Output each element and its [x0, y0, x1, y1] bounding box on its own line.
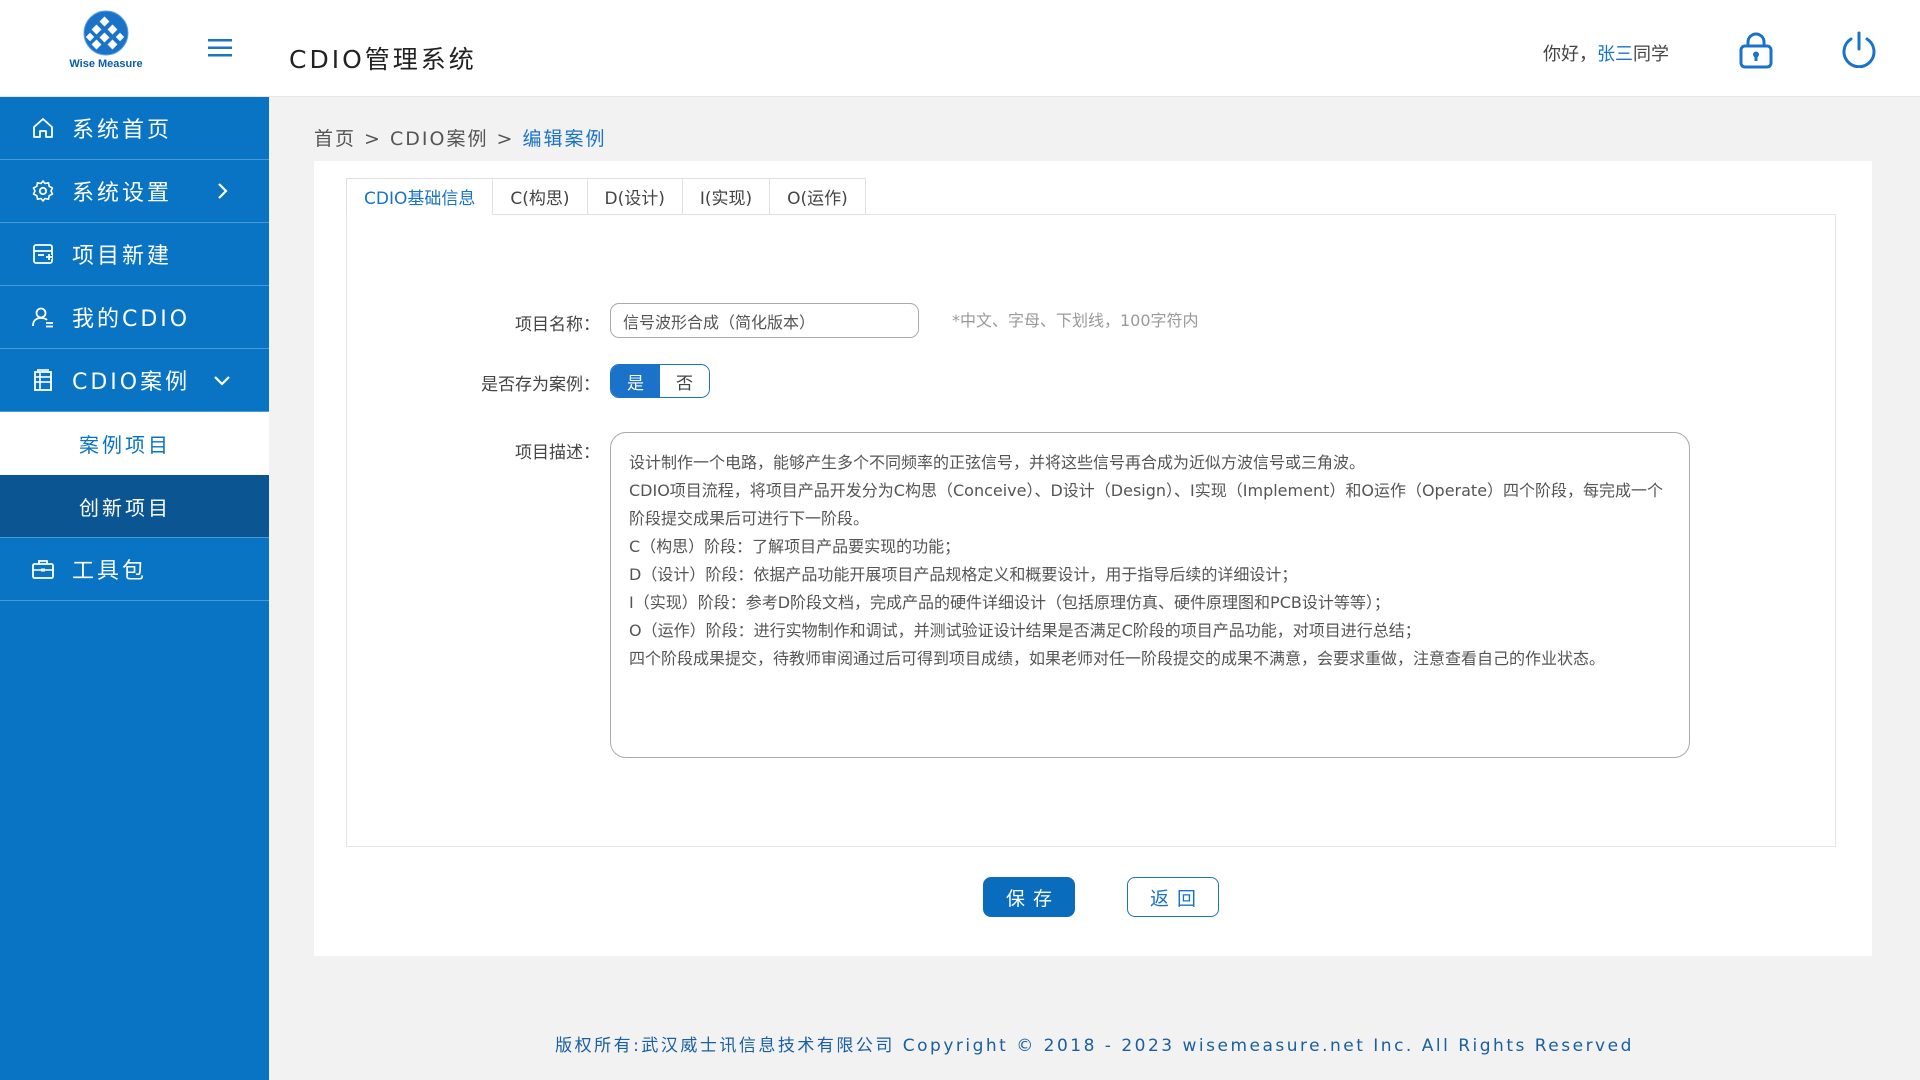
logo-icon: [83, 10, 129, 56]
sidebar-subitem-label: 创新项目: [79, 495, 171, 520]
briefcase-icon: [30, 556, 56, 582]
tab-operate[interactable]: O(运作): [770, 178, 866, 215]
save-as-case-no[interactable]: 否: [660, 365, 709, 397]
project-name-label: 项目名称：: [515, 315, 600, 335]
menu-toggle-button[interactable]: [205, 36, 235, 60]
sidebar-item-new-project[interactable]: 项目新建: [0, 223, 269, 286]
app-title: CDIO管理系统: [289, 45, 477, 74]
user-greeting: 你好，张三同学: [1543, 40, 1669, 66]
lock-button[interactable]: [1737, 31, 1775, 69]
sidebar-subitem-innovation-projects[interactable]: 创新项目: [0, 475, 269, 538]
tab-bar: CDIO基础信息 C(构思) D(设计) I(实现) O(运作): [346, 178, 866, 215]
sidebar-item-settings[interactable]: 系统设置: [0, 160, 269, 223]
project-description-label: 项目描述：: [515, 443, 600, 463]
breadcrumb-home[interactable]: 首页: [314, 128, 356, 150]
chevron-down-icon: [214, 376, 230, 386]
breadcrumb-section[interactable]: CDIO案例: [390, 128, 488, 150]
sidebar-item-label: CDIO案例: [72, 370, 191, 395]
logo-text: Wise Measure: [69, 58, 143, 70]
chevron-right-icon: [218, 183, 228, 199]
project-name-input[interactable]: [610, 303, 919, 338]
back-button[interactable]: 返回: [1127, 877, 1219, 917]
hamburger-icon: [208, 39, 232, 57]
lock-icon: [1739, 32, 1773, 69]
save-as-case-toggle: 是 否: [610, 364, 710, 398]
case-icon: [30, 367, 56, 393]
tab-conceive[interactable]: C(构思): [493, 178, 588, 215]
sidebar-nav: 系统首页 系统设置 项目新建 我的CDIO CDIO案例 案例项目 创新项目 工…: [0, 97, 269, 1080]
save-button[interactable]: 保存: [983, 877, 1075, 917]
greeting-suffix: 同学: [1633, 44, 1669, 65]
project-name-hint: *中文、字母、下划线，100字符内: [952, 311, 1199, 330]
sidebar-item-label: 项目新建: [72, 244, 173, 269]
company-logo[interactable]: Wise Measure: [68, 10, 144, 84]
project-description-textarea[interactable]: 设计制作一个电路，能够产生多个不同频率的正弦信号，并将这些信号再合成为近似方波信…: [610, 432, 1690, 758]
sidebar-item-cdio-cases[interactable]: CDIO案例: [0, 349, 269, 412]
user-name-link[interactable]: 张三: [1597, 44, 1633, 65]
new-project-icon: [30, 241, 56, 267]
sidebar-item-label: 工具包: [72, 559, 148, 584]
sidebar-item-label: 我的CDIO: [72, 307, 191, 332]
user-icon: [30, 304, 56, 330]
breadcrumb-separator: >: [488, 128, 523, 150]
logout-button[interactable]: [1840, 30, 1878, 69]
breadcrumb-current: 编辑案例: [522, 128, 607, 150]
save-as-case-yes[interactable]: 是: [611, 365, 660, 397]
sidebar-item-label: 系统设置: [72, 181, 173, 206]
tab-basic-info[interactable]: CDIO基础信息: [346, 178, 494, 215]
greeting-prefix: 你好，: [1543, 44, 1597, 65]
home-icon: [30, 115, 56, 141]
sidebar-subitem-label: 案例项目: [79, 433, 171, 457]
sidebar-subitem-case-projects[interactable]: 案例项目: [0, 412, 269, 475]
gear-icon: [30, 178, 56, 204]
sidebar-item-home[interactable]: 系统首页: [0, 97, 269, 160]
footer-copyright: 版权所有:武汉威士讯信息技术有限公司 Copyright © 2018 - 20…: [555, 1036, 1634, 1056]
tab-design[interactable]: D(设计): [587, 178, 683, 215]
top-header: Wise Measure CDIO管理系统 你好，张三同学: [0, 0, 1920, 97]
breadcrumb: 首页 > CDIO案例 > 编辑案例: [314, 124, 607, 151]
power-icon: [1842, 31, 1876, 69]
sidebar-item-label: 系统首页: [72, 118, 173, 143]
sidebar-item-my-cdio[interactable]: 我的CDIO: [0, 286, 269, 349]
save-as-case-label: 是否存为案例：: [481, 375, 600, 395]
tab-implement[interactable]: I(实现): [682, 178, 771, 215]
breadcrumb-separator: >: [356, 128, 391, 150]
sidebar-item-toolbox[interactable]: 工具包: [0, 538, 269, 601]
